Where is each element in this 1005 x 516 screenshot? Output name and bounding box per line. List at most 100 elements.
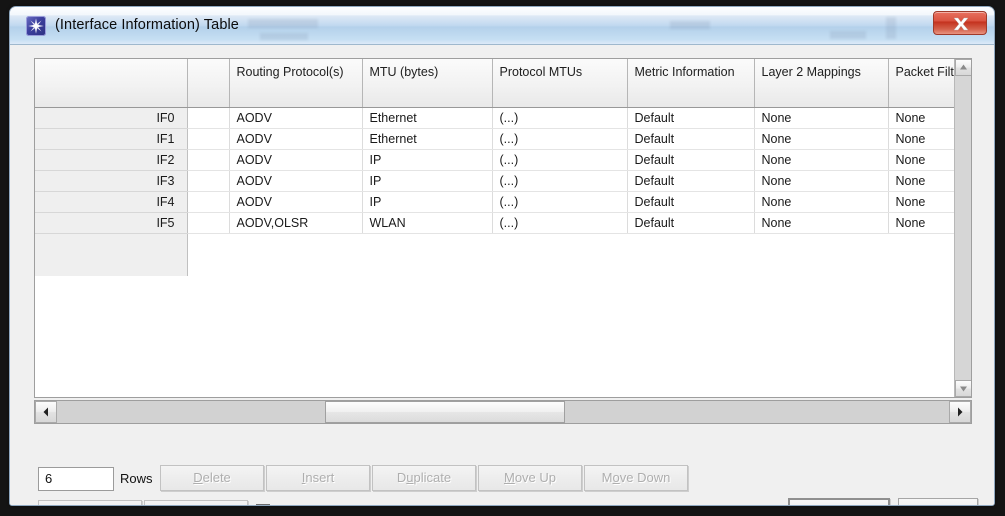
column-header-mtu-bytes[interactable]: MTU (bytes) [362, 59, 493, 108]
horizontal-scrollbar-thumb[interactable] [325, 401, 565, 423]
vertical-scrollbar[interactable] [954, 59, 971, 397]
move-down-button[interactable]: Move Down [584, 465, 688, 491]
cell-layer2-mappings[interactable]: None [754, 107, 889, 129]
cell-mtu-bytes[interactable]: IP [362, 191, 493, 213]
rows-count-input[interactable]: 6 [38, 467, 114, 491]
cell-routing-protocols[interactable]: AODV,OLSR [229, 212, 363, 234]
cell-packet-filter-text: None [895, 111, 926, 125]
cell-protocol-mtus-text: (...) [499, 111, 519, 125]
move-up-button[interactable]: Move Up [478, 465, 582, 491]
table-row[interactable]: IF5 AODV,OLSR WLAN (...) Default None None [35, 212, 955, 234]
cell-mtu-bytes-text: Ethernet [369, 111, 417, 125]
table-row[interactable]: IF2 AODV IP (...) Default None None [35, 149, 955, 171]
cell-protocol-mtus[interactable]: (...) [492, 128, 628, 150]
promote-button-label: Promote [171, 505, 220, 506]
cell-packet-filter[interactable]: None [888, 128, 955, 150]
duplicate-button[interactable]: Duplicate [372, 465, 476, 491]
row-gap-cell[interactable] [187, 212, 230, 234]
row-label-cell-text: IF3 [156, 174, 175, 188]
row-gap-cell[interactable] [187, 149, 230, 171]
column-header-metric-information[interactable]: Metric Information [627, 59, 755, 108]
cell-routing-protocols[interactable]: AODV [229, 128, 363, 150]
table-row[interactable]: IF0 AODV Ethernet (...) Default None None [35, 107, 955, 129]
cell-routing-protocols[interactable]: AODV [229, 107, 363, 129]
row-gap-cell[interactable] [187, 191, 230, 213]
cancel-button[interactable]: Cancel [898, 498, 978, 505]
cell-metric-information[interactable]: Default [627, 149, 755, 171]
column-header-protocol-mtus[interactable]: Protocol MTUs [492, 59, 628, 108]
scroll-down-arrow-icon[interactable] [955, 380, 971, 397]
column-header-layer2-mappings[interactable]: Layer 2 Mappings [754, 59, 889, 108]
scroll-left-arrow-icon[interactable] [35, 401, 57, 423]
screen-background: (Interface Information) Table Routing Pr… [0, 0, 1005, 516]
cell-mtu-bytes[interactable]: IP [362, 149, 493, 171]
cell-routing-protocols-text: AODV [236, 195, 272, 209]
cell-packet-filter-text: None [895, 153, 926, 167]
title-bar[interactable]: (Interface Information) Table [10, 7, 994, 45]
column-header-mtu-bytes-text: MTU (bytes) [369, 65, 439, 79]
cell-protocol-mtus[interactable]: (...) [492, 107, 628, 129]
row-gap-cell[interactable] [187, 107, 230, 129]
table-row[interactable]: IF4 AODV IP (...) Default None None [35, 191, 955, 213]
checkbox-checked-icon[interactable] [256, 504, 270, 505]
details-button[interactable]: Details [38, 500, 142, 505]
cell-metric-information[interactable]: Default [627, 170, 755, 192]
cell-layer2-mappings[interactable]: None [754, 149, 889, 171]
scroll-up-arrow-icon[interactable] [955, 59, 971, 76]
cell-packet-filter[interactable]: None [888, 149, 955, 171]
cell-routing-protocols[interactable]: AODV [229, 191, 363, 213]
table-header-row: Routing Protocol(s) MTU (bytes) Protocol… [35, 59, 955, 108]
cell-routing-protocols[interactable]: AODV [229, 149, 363, 171]
ok-button[interactable]: OK [788, 498, 890, 505]
cell-metric-information-text: Default [634, 216, 675, 230]
cell-packet-filter[interactable]: None [888, 107, 955, 129]
row-label-cell[interactable]: IF1 [35, 128, 188, 150]
cell-layer2-mappings[interactable]: None [754, 191, 889, 213]
cell-protocol-mtus[interactable]: (...) [492, 149, 628, 171]
row-label-cell[interactable]: IF5 [35, 212, 188, 234]
promote-button[interactable]: Promote [144, 500, 248, 506]
cell-metric-information[interactable]: Default [627, 191, 755, 213]
table-row[interactable]: IF1 AODV Ethernet (...) Default None None [35, 128, 955, 150]
row-label-cell-text: IF0 [156, 111, 175, 125]
row-label-cell[interactable]: IF3 [35, 170, 188, 192]
column-header-gap[interactable] [187, 59, 230, 108]
horizontal-scrollbar[interactable] [34, 400, 972, 424]
cell-mtu-bytes[interactable]: IP [362, 170, 493, 192]
row-label-cell[interactable]: IF0 [35, 107, 188, 129]
cell-protocol-mtus[interactable]: (...) [492, 170, 628, 192]
column-header-packet-filter-text: Packet Filt [895, 65, 954, 79]
cell-packet-filter[interactable]: None [888, 212, 955, 234]
cell-layer2-mappings[interactable]: None [754, 212, 889, 234]
row-label-cell[interactable]: IF2 [35, 149, 188, 171]
scroll-right-arrow-icon[interactable] [949, 401, 971, 423]
cell-packet-filter[interactable]: None [888, 170, 955, 192]
cell-metric-information[interactable]: Default [627, 128, 755, 150]
interface-table[interactable]: Routing Protocol(s) MTU (bytes) Protocol… [34, 58, 972, 398]
table-row[interactable]: IF3 AODV IP (...) Default None None [35, 170, 955, 192]
row-gap-cell[interactable] [187, 170, 230, 192]
column-header-packet-filter[interactable]: Packet Filt [888, 59, 955, 108]
cell-layer2-mappings[interactable]: None [754, 128, 889, 150]
cell-mtu-bytes[interactable]: Ethernet [362, 128, 493, 150]
close-button[interactable] [933, 11, 987, 35]
row-label-cell[interactable]: IF4 [35, 191, 188, 213]
cell-mtu-bytes[interactable]: WLAN [362, 212, 493, 234]
insert-button[interactable]: Insert [266, 465, 370, 491]
cell-metric-information[interactable]: Default [627, 212, 755, 234]
cell-packet-filter[interactable]: None [888, 191, 955, 213]
cell-mtu-bytes[interactable]: Ethernet [362, 107, 493, 129]
delete-button[interactable]: Delete [160, 465, 264, 491]
column-header-rowlabel[interactable] [35, 59, 188, 108]
cell-packet-filter-text: None [895, 195, 926, 209]
vertical-scrollbar-track[interactable] [955, 76, 971, 380]
cell-layer2-mappings[interactable]: None [754, 170, 889, 192]
cell-metric-information[interactable]: Default [627, 107, 755, 129]
cell-routing-protocols-text: AODV [236, 111, 272, 125]
cell-protocol-mtus[interactable]: (...) [492, 212, 628, 234]
cell-routing-protocols[interactable]: AODV [229, 170, 363, 192]
cell-metric-information-text: Default [634, 195, 675, 209]
column-header-routing-protocols[interactable]: Routing Protocol(s) [229, 59, 363, 108]
row-gap-cell[interactable] [187, 128, 230, 150]
cell-protocol-mtus[interactable]: (...) [492, 191, 628, 213]
